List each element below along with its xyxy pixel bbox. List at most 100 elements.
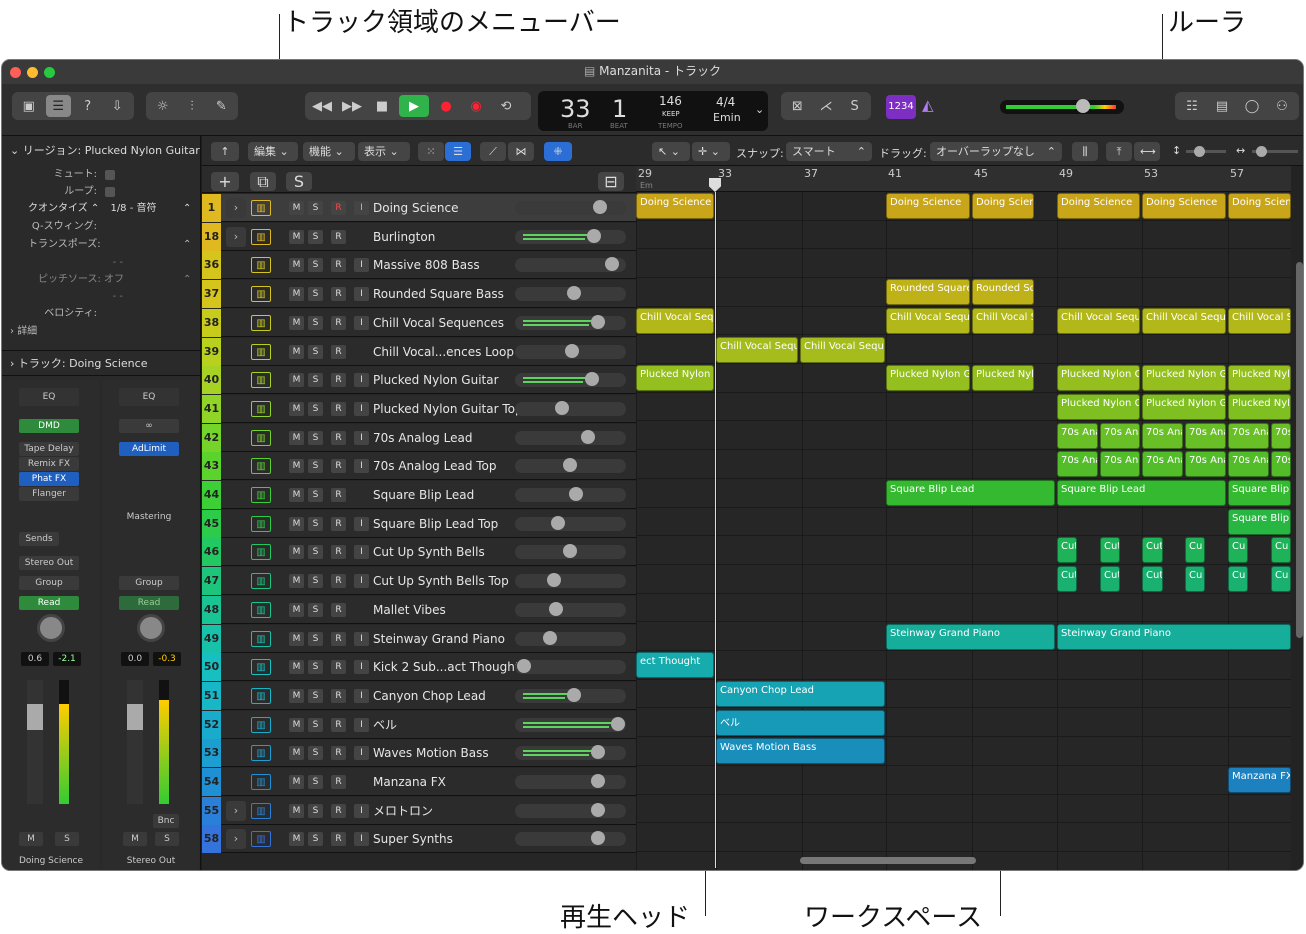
solo-button[interactable]: S	[308, 315, 323, 330]
expand-chevron-icon[interactable]: ›	[226, 198, 246, 218]
volume-knob[interactable]	[591, 774, 605, 788]
fx-slot-flanger[interactable]: Flanger	[19, 487, 79, 501]
volume-slider[interactable]	[515, 257, 626, 273]
region[interactable]: 70s	[1271, 451, 1291, 478]
input-monitor-button[interactable]: I	[354, 574, 369, 589]
input-monitor-button[interactable]: I	[354, 258, 369, 273]
record-enable-button[interactable]: R	[331, 373, 346, 388]
region[interactable]: Doing Science	[972, 193, 1034, 219]
mute-button[interactable]: M	[289, 229, 304, 244]
region[interactable]: 70s Ana	[1228, 451, 1269, 478]
region[interactable]: Steinway Grand Piano	[1057, 623, 1291, 650]
region[interactable]: Plucked Nylon G	[636, 365, 714, 392]
automation-mode[interactable]: Read	[19, 596, 79, 610]
track-name[interactable]: Chill Vocal Sequences	[373, 309, 504, 337]
region[interactable]: Plucked Nylon G	[1057, 393, 1140, 420]
eq-display-out[interactable]: EQ	[119, 388, 179, 406]
record-enable-button[interactable]: R	[331, 717, 346, 732]
cycle-icon[interactable]: ⟲	[493, 95, 519, 117]
grid-view-icon[interactable]: ⁙	[418, 142, 444, 161]
mute-button[interactable]: M	[289, 201, 304, 215]
record-enable-button[interactable]: R	[331, 516, 346, 531]
sends-label[interactable]: Sends	[19, 532, 59, 546]
editors-icon[interactable]: ✎	[209, 95, 234, 117]
mute-button[interactable]: M	[289, 602, 304, 617]
region[interactable]: Cu	[1271, 566, 1291, 593]
solo-button[interactable]: S	[308, 488, 323, 502]
mute-button-out[interactable]: M	[123, 832, 147, 846]
track-name[interactable]: Rounded Square Bass	[373, 280, 504, 308]
volume-knob[interactable]	[563, 458, 577, 473]
input-monitor-button[interactable]: I	[354, 803, 369, 818]
expand-chevron-icon[interactable]: ›	[226, 800, 246, 821]
quantize-row[interactable]: クオンタイズ ⌃ 1/8 - 音符 ⌃	[2, 200, 201, 218]
solo-button[interactable]: S	[308, 258, 323, 273]
volume-knob[interactable]	[547, 573, 561, 588]
rewind-icon[interactable]: ◀◀	[309, 95, 335, 117]
transpose-row[interactable]: トランスポーズ: ⌃	[2, 236, 201, 254]
region[interactable]: Square Blip Lead	[886, 480, 1055, 506]
region[interactable]: Plucked Nylon G	[1057, 365, 1140, 392]
mute-button[interactable]: M	[289, 344, 304, 359]
solo-button[interactable]: S	[308, 287, 323, 302]
play-icon[interactable]: ▶	[399, 95, 429, 117]
volume-slider[interactable]	[515, 802, 626, 818]
mute-button[interactable]: M	[289, 287, 304, 302]
view-menu[interactable]: 表示 ⌄	[358, 142, 410, 161]
volume-knob[interactable]	[517, 659, 531, 674]
region[interactable]: Chill Vocal Se	[1228, 307, 1291, 334]
input-monitor-button[interactable]: I	[354, 315, 369, 330]
loop-checkbox[interactable]	[105, 187, 115, 197]
link-icon[interactable]: ∞	[119, 419, 179, 433]
input-monitor-button[interactable]: I	[354, 631, 369, 646]
record-enable-button[interactable]: R	[331, 459, 346, 474]
vertical-zoom-knob[interactable]	[1194, 146, 1205, 157]
input-monitor-button[interactable]: I	[354, 746, 369, 761]
region[interactable]: Chill Vocal Seque	[716, 336, 798, 363]
record-enable-button[interactable]: R	[331, 775, 346, 789]
region[interactable]: Chill Vocal S	[972, 307, 1034, 334]
pencil-tool[interactable]: ✛ ⌄	[692, 142, 730, 161]
volume-slider[interactable]	[515, 831, 626, 847]
solo-mode-icon[interactable]: S	[842, 95, 867, 117]
mute-button[interactable]: M	[289, 401, 304, 416]
region[interactable]: Rounded Square	[886, 279, 970, 306]
track-row[interactable]: 51 ▥ M S R I Canyon Chop Lead	[202, 681, 636, 710]
volume-slider[interactable]	[515, 659, 626, 675]
track-name[interactable]: Steinway Grand Piano	[373, 625, 505, 653]
region[interactable]: ect Thought	[636, 652, 714, 679]
pan-knob[interactable]	[37, 614, 65, 642]
track-name[interactable]: Cut Up Synth Bells Top	[373, 567, 509, 595]
solo-button[interactable]: S	[308, 717, 323, 732]
horizontal-fit-icon[interactable]: ⟷	[1134, 142, 1160, 161]
record-enable-button[interactable]: R	[331, 746, 346, 761]
volume-slider[interactable]	[515, 745, 626, 761]
record-enable-button[interactable]: R	[331, 344, 346, 359]
loop-browser-icon[interactable]: ◯	[1239, 95, 1265, 117]
track-row[interactable]: 50 ▥ M S R I Kick 2 Sub...act Thought	[202, 653, 636, 682]
region[interactable]: 70s Ana	[1185, 451, 1226, 478]
volume-knob[interactable]	[585, 372, 599, 387]
group-slot[interactable]: Group	[19, 576, 79, 590]
input-monitor-button[interactable]: I	[354, 688, 369, 703]
lcd-chevron-icon[interactable]: ⌄	[755, 103, 764, 116]
track-row[interactable]: 42 ▥ M S R I 70s Analog Lead	[202, 423, 636, 452]
waveform-zoom-icon[interactable]: ⫼	[1072, 142, 1098, 161]
playhead[interactable]	[715, 192, 716, 868]
mute-button[interactable]: M	[19, 832, 43, 846]
region[interactable]: Doing Science	[636, 193, 714, 219]
mixer-icon[interactable]: ⫶	[179, 95, 204, 117]
stop-icon[interactable]: ■	[369, 95, 395, 117]
track-row[interactable]: 53 ▥ M S R I Waves Motion Bass	[202, 739, 636, 768]
region[interactable]: Doing Science	[1057, 193, 1140, 219]
list-editors-icon[interactable]: ☷	[1179, 95, 1205, 117]
region[interactable]: Square Blip	[1228, 480, 1291, 506]
region[interactable]: Doing Science	[1142, 193, 1226, 219]
volume-slider[interactable]	[515, 286, 626, 302]
region[interactable]: Cu	[1185, 537, 1205, 564]
horizontal-zoom-knob[interactable]	[1256, 146, 1267, 157]
list-view-icon[interactable]: ☰	[445, 142, 471, 161]
fx-slot-remix[interactable]: Remix FX	[19, 457, 79, 471]
region[interactable]: Plucked Nylo	[1228, 393, 1291, 420]
flex-icon[interactable]: ⋈	[508, 142, 534, 161]
